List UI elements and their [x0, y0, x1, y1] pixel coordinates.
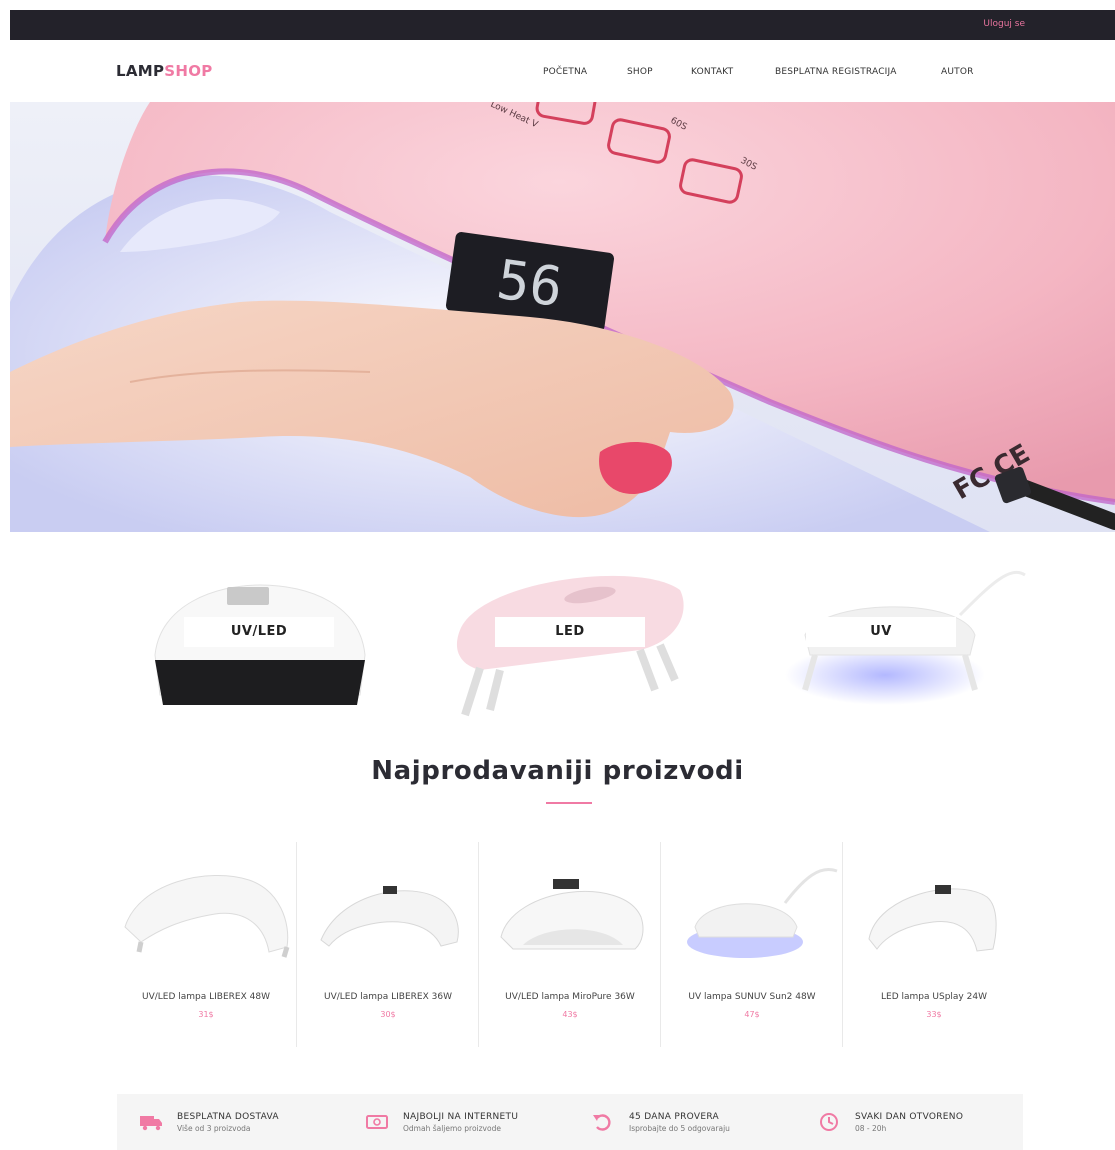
- section-title-bestsellers: Najprodavaniji proizvodi: [371, 756, 744, 786]
- product-image[interactable]: [847, 867, 1021, 972]
- clock-icon: [820, 1113, 838, 1131]
- product-name[interactable]: UV/LED lampa LIBEREX 36W: [297, 992, 479, 1002]
- category-label-uvled[interactable]: UV/LED: [184, 617, 334, 647]
- return-icon: [593, 1114, 611, 1131]
- feature-subtitle: Isprobajte do 5 odgovaraju: [629, 1124, 730, 1133]
- product-card[interactable]: UV/LED lampa LIBEREX 36W 30$: [297, 842, 479, 1047]
- product-image[interactable]: [665, 857, 839, 972]
- hero-display-readout: 56: [493, 248, 566, 319]
- product-grid: UV/LED lampa LIBEREX 48W 31$ UV/LED lamp…: [115, 842, 1025, 1047]
- category-label-led[interactable]: LED: [495, 617, 645, 647]
- site-logo[interactable]: LAMPSHOP: [116, 62, 213, 80]
- nav-free-registration[interactable]: BESPLATNA REGISTRACIJA: [775, 67, 897, 77]
- feature-best-online: NAJBOLJI NA INTERNETU Odmah šaljemo proi…: [343, 1094, 569, 1150]
- money-icon: [366, 1115, 388, 1129]
- feature-subtitle: Više od 3 proizvoda: [177, 1124, 251, 1133]
- feature-title: 45 DANA PROVERA: [629, 1112, 719, 1122]
- title-underline: [546, 802, 592, 804]
- top-bar: Uloguj se: [10, 10, 1115, 40]
- product-image[interactable]: [483, 867, 657, 972]
- hero-lamp-image: 56 60S 30S Low Heat V FC CE: [10, 102, 1115, 532]
- nav-home[interactable]: POČETNA: [543, 67, 587, 77]
- product-price: 43$: [562, 1010, 578, 1019]
- product-name[interactable]: UV lampa SUNUV Sun2 48W: [661, 992, 843, 1002]
- feature-title: BESPLATNA DOSTAVA: [177, 1112, 279, 1122]
- nav-author[interactable]: AUTOR: [941, 67, 974, 77]
- truck-icon: [140, 1116, 162, 1131]
- product-card[interactable]: UV lampa SUNUV Sun2 48W 47$: [661, 842, 843, 1047]
- logo-text-shop: SHOP: [164, 62, 213, 80]
- feature-free-delivery: BESPLATNA DOSTAVA Više od 3 proizvoda: [117, 1094, 343, 1150]
- logo-text-lamp: LAMP: [116, 62, 165, 80]
- product-price: 33$: [926, 1010, 942, 1019]
- product-card[interactable]: LED lampa USplay 24W 33$: [843, 842, 1025, 1047]
- nav-contact[interactable]: KONTAKT: [691, 67, 733, 77]
- nav-shop[interactable]: SHOP: [627, 67, 653, 77]
- product-image[interactable]: [119, 862, 293, 972]
- feature-open-every-day: SVAKI DAN OTVORENO 08 - 20h: [795, 1094, 1021, 1150]
- feature-title: SVAKI DAN OTVORENO: [855, 1112, 964, 1122]
- login-link[interactable]: Uloguj se: [983, 19, 1025, 29]
- category-label-uv[interactable]: UV: [806, 617, 956, 647]
- product-price: 30$: [380, 1010, 396, 1019]
- product-name[interactable]: LED lampa USplay 24W: [843, 992, 1025, 1002]
- product-image[interactable]: [301, 872, 475, 972]
- feature-title: NAJBOLJI NA INTERNETU: [403, 1112, 519, 1122]
- product-price: 47$: [744, 1010, 760, 1019]
- product-name[interactable]: UV/LED lampa MiroPure 36W: [479, 992, 661, 1002]
- main-navbar: LAMPSHOP POČETNA SHOP KONTAKT BESPLATNA …: [10, 40, 1115, 102]
- product-card[interactable]: UV/LED lampa MiroPure 36W 43$: [479, 842, 661, 1047]
- features-strip: BESPLATNA DOSTAVA Više od 3 proizvoda NA…: [117, 1094, 1023, 1150]
- hero-banner: 56 60S 30S Low Heat V FC CE: [10, 102, 1115, 532]
- feature-subtitle: Odmah šaljemo proizvode: [403, 1124, 501, 1133]
- product-price: 31$: [198, 1010, 214, 1019]
- product-name[interactable]: UV/LED lampa LIBEREX 48W: [115, 992, 297, 1002]
- product-card[interactable]: UV/LED lampa LIBEREX 48W 31$: [115, 842, 297, 1047]
- feature-subtitle: 08 - 20h: [855, 1124, 887, 1133]
- feature-45-days: 45 DANA PROVERA Isprobajte do 5 odgovara…: [569, 1094, 795, 1150]
- category-banners: UV/LED LED UV: [10, 545, 1115, 720]
